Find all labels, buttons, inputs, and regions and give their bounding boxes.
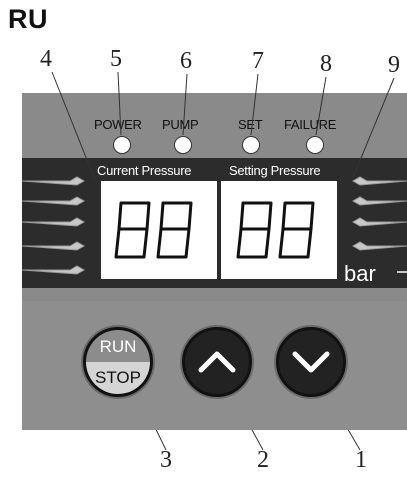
current-pressure-digits: [114, 201, 193, 259]
run-label: RUN: [99, 337, 137, 356]
current-pressure-screen: [101, 181, 217, 279]
setting-pressure-screen: [221, 181, 337, 279]
stop-label: STOP: [95, 368, 141, 387]
setting-pressure-digits: [236, 201, 315, 259]
pressure-unit-label: bar: [344, 261, 376, 286]
leader-line-8: [315, 76, 327, 136]
leader-line-9: [351, 77, 395, 181]
leader-line-4: [51, 71, 96, 181]
leader-line-7: [250, 73, 259, 136]
up-button[interactable]: [182, 327, 252, 397]
callout-3: 3: [160, 447, 172, 473]
run-stop-button[interactable]: RUN STOP: [83, 327, 153, 397]
leader-line-6: [182, 73, 188, 136]
callout-1: 1: [355, 447, 367, 473]
leader-line-5: [117, 71, 122, 136]
left-side-marks: [21, 176, 86, 275]
callout-2: 2: [257, 447, 269, 473]
chevron-down-icon: [292, 351, 330, 373]
down-button[interactable]: [276, 327, 346, 397]
right-side-marks: [351, 176, 407, 273]
band-stripes: [22, 288, 407, 297]
chevron-up-icon: [198, 351, 236, 373]
